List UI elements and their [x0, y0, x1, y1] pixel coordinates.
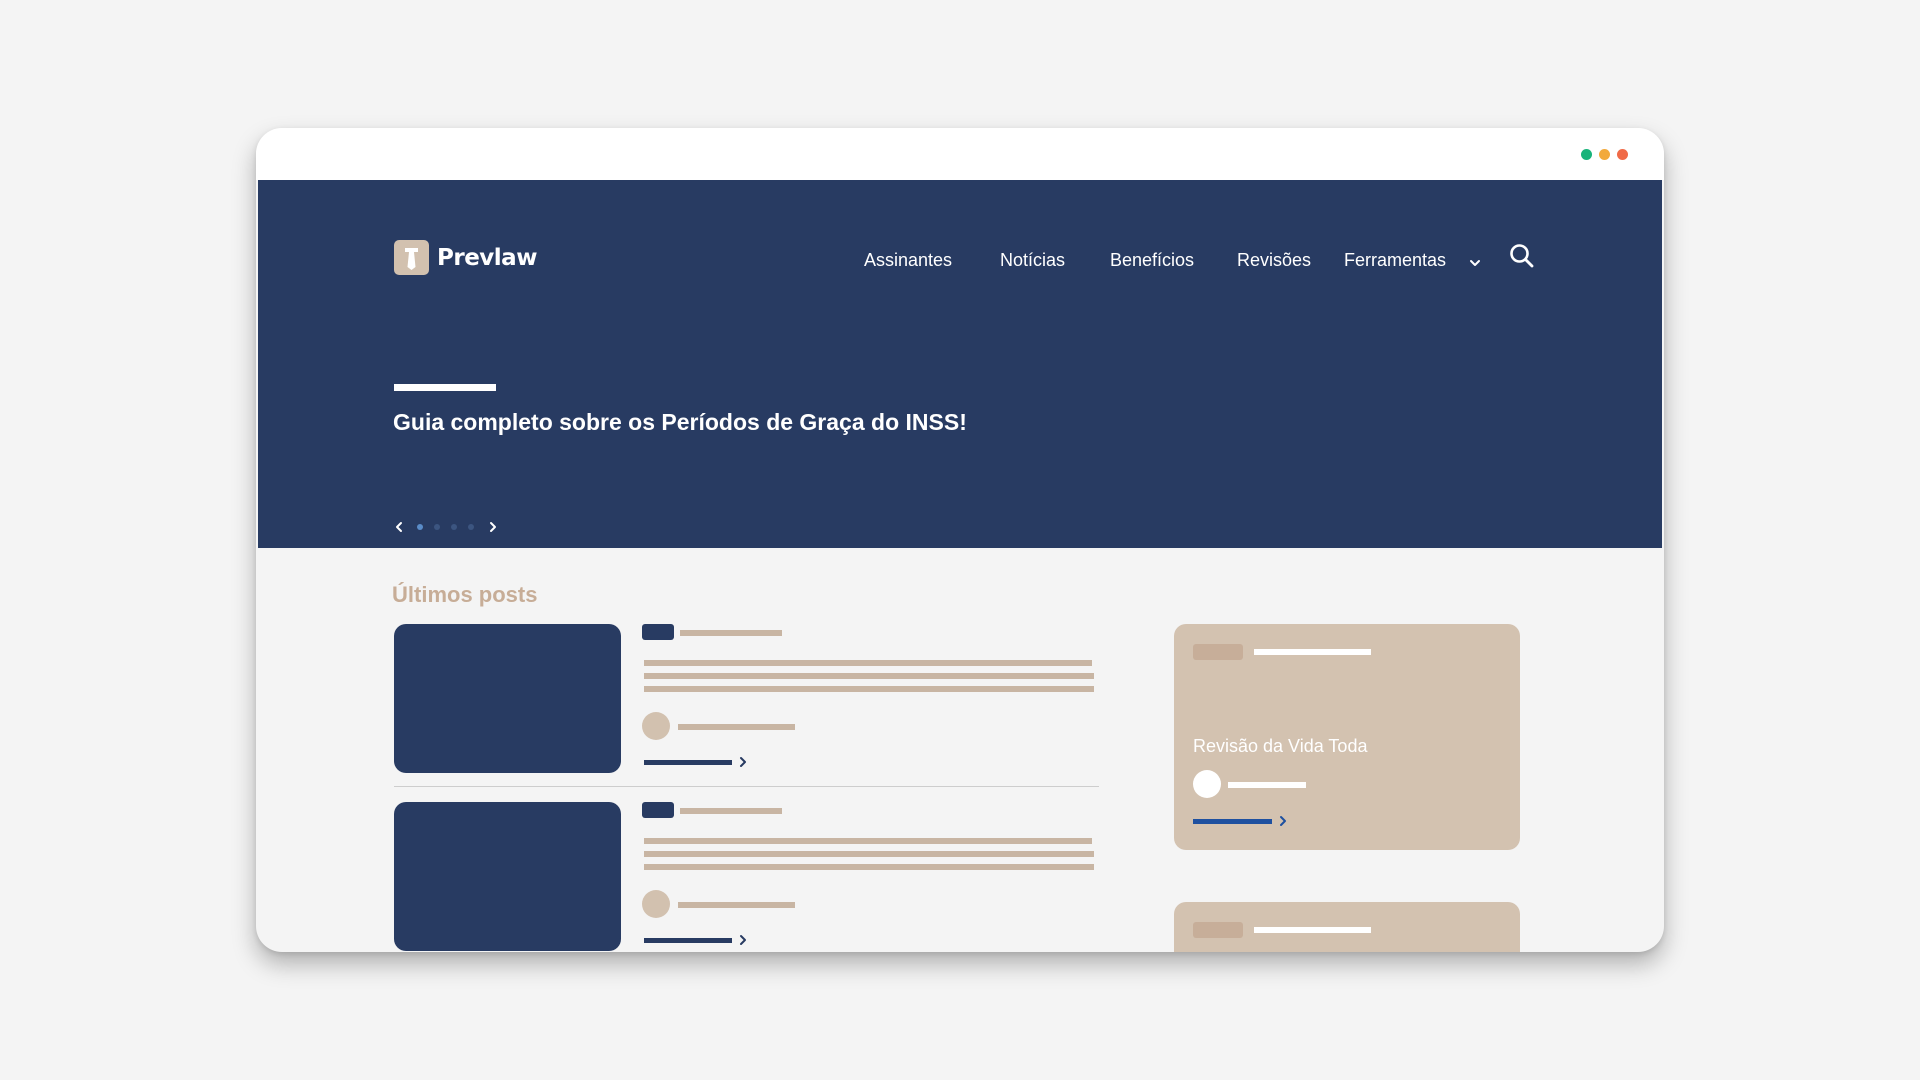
post-divider [394, 786, 1099, 787]
featured-card[interactable] [1174, 902, 1520, 952]
slider-dot-4[interactable] [468, 524, 474, 530]
browser-titlebar [256, 128, 1664, 180]
window-control-red[interactable] [1617, 149, 1628, 160]
nav-item-ferramentas[interactable]: Ferramentas [1344, 250, 1446, 271]
nav-item-revisoes[interactable]: Revisões [1237, 250, 1311, 271]
post-date-placeholder [680, 630, 782, 636]
author-avatar [642, 890, 670, 918]
chevron-right-icon[interactable] [739, 933, 747, 947]
slider-dot-3[interactable] [451, 524, 457, 530]
card-category-tag[interactable] [1193, 644, 1243, 660]
slider-dot-1[interactable] [417, 524, 423, 530]
read-more-link[interactable] [1193, 819, 1272, 824]
post-title-line[interactable] [644, 864, 1094, 870]
author-name-placeholder [678, 902, 795, 908]
author-avatar [1193, 770, 1221, 798]
logo-text: Prevlaw [437, 244, 537, 271]
post-title-line[interactable] [644, 838, 1092, 844]
hero-title[interactable]: Guia completo sobre os Períodos de Graça… [393, 409, 967, 436]
nav-item-assinantes[interactable]: Assinantes [864, 250, 952, 271]
post-title-line[interactable] [644, 660, 1092, 666]
card-title[interactable]: Revisão da Vida Toda [1193, 736, 1367, 757]
author-avatar [642, 712, 670, 740]
post-title-line[interactable] [644, 851, 1094, 857]
hero-banner: Prevlaw Assinantes Notícias Benefícios R… [258, 180, 1662, 548]
section-title-latest-posts: Últimos posts [392, 582, 538, 607]
logo[interactable]: Prevlaw [394, 240, 537, 275]
chevron-down-icon[interactable] [1469, 258, 1481, 268]
chevron-right-icon[interactable] [1279, 814, 1287, 828]
chevron-left-icon[interactable] [394, 519, 404, 535]
chevron-right-icon[interactable] [739, 755, 747, 769]
post-thumbnail[interactable] [394, 624, 621, 773]
post-category-tag[interactable] [642, 802, 674, 818]
browser-window: Prevlaw Assinantes Notícias Benefícios R… [256, 128, 1664, 952]
post-title-line[interactable] [644, 686, 1094, 692]
post-title-line[interactable] [644, 673, 1094, 679]
logo-tie-icon [394, 240, 429, 275]
window-control-yellow[interactable] [1599, 149, 1610, 160]
search-icon[interactable] [1508, 242, 1536, 270]
card-date-placeholder [1254, 927, 1371, 933]
read-more-link[interactable] [644, 760, 732, 765]
hero-accent-bar [394, 384, 496, 391]
post-date-placeholder [680, 808, 782, 814]
post-item[interactable] [394, 624, 1114, 774]
slider-dot-2[interactable] [434, 524, 440, 530]
card-category-tag[interactable] [1193, 922, 1243, 938]
post-category-tag[interactable] [642, 624, 674, 640]
featured-card[interactable]: Revisão da Vida Toda [1174, 624, 1520, 850]
read-more-link[interactable] [644, 938, 732, 943]
window-control-green[interactable] [1581, 149, 1592, 160]
author-name-placeholder [1228, 782, 1306, 788]
post-thumbnail[interactable] [394, 802, 621, 951]
nav-item-beneficios[interactable]: Benefícios [1110, 250, 1194, 271]
author-name-placeholder [678, 724, 795, 730]
card-date-placeholder [1254, 649, 1371, 655]
nav-item-noticias[interactable]: Notícias [1000, 250, 1065, 271]
window-controls [1581, 149, 1628, 160]
chevron-right-icon[interactable] [488, 519, 498, 535]
post-item[interactable] [394, 802, 1114, 952]
